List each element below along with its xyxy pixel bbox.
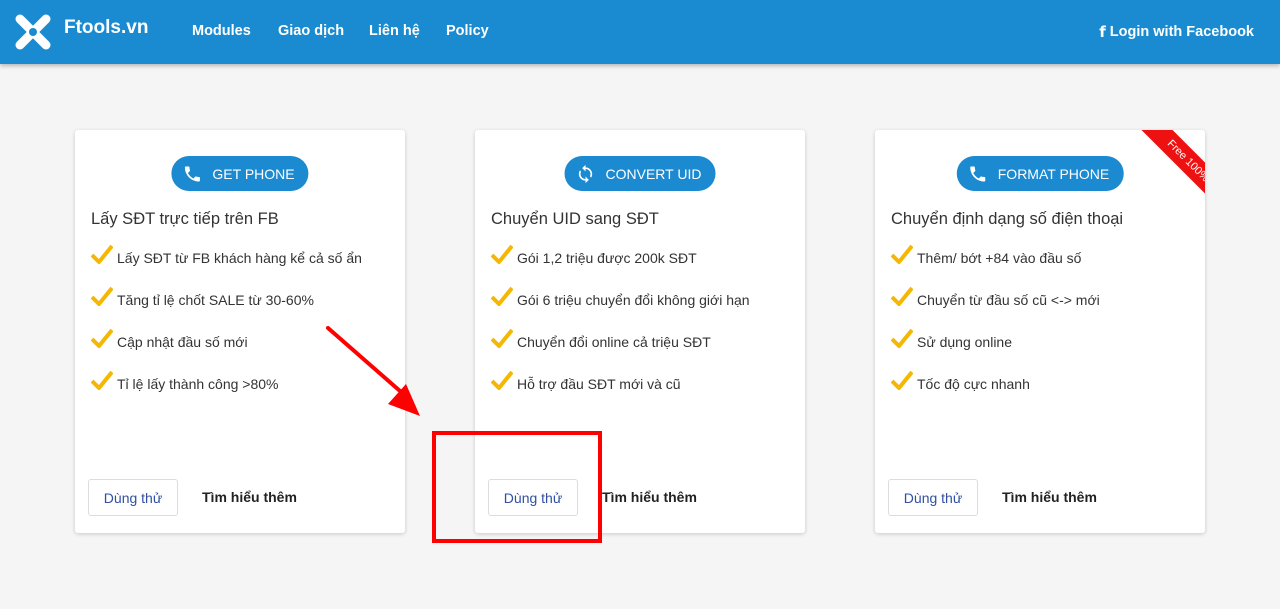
feature-list: Lấy SĐT từ FB khách hàng kể cả số ẩn Tăn…: [91, 244, 362, 416]
feature-list: Gói 1,2 triệu được 200k SĐT Gói 6 triệu …: [491, 244, 750, 416]
feature-text: Gói 1,2 triệu được 200k SĐT: [517, 250, 697, 266]
card-convert-uid: CONVERT UID Chuyển UID sang SĐT Gói 1,2 …: [475, 130, 805, 533]
phone-icon: [970, 166, 986, 181]
feature-text: Chuyển từ đầu số cũ <-> mới: [917, 292, 1100, 308]
feature-text: Tốc độ cực nhanh: [917, 376, 1030, 392]
feature-list: Thêm/ bớt +84 vào đầu số Chuyển từ đầu s…: [891, 244, 1100, 416]
learn-more-link[interactable]: Tìm hiểu thêm: [1002, 489, 1097, 505]
get-phone-pill[interactable]: GET PHONE: [171, 156, 309, 191]
feature-item: Tỉ lệ lấy thành công >80%: [91, 370, 362, 416]
check-icon: [491, 286, 513, 306]
top-navbar: Ftools.vn Modules Giao dịch Liên hệ Poli…: [0, 0, 1280, 64]
format-phone-pill-label: FORMAT PHONE: [997, 165, 1110, 182]
feature-text: Tăng tỉ lệ chốt SALE từ 30-60%: [117, 292, 314, 308]
feature-text: Chuyển đổi online cả triệu SĐT: [517, 334, 711, 350]
ftools-logo-icon: [15, 14, 51, 50]
phone-icon: [184, 166, 200, 181]
feature-item: Hỗ trợ đầu SĐT mới và cũ: [491, 370, 750, 416]
brand-name: Ftools.vn: [64, 17, 149, 38]
convert-uid-pill[interactable]: CONVERT UID: [564, 156, 716, 191]
check-icon: [491, 328, 513, 348]
feature-item: Chuyển đổi online cả triệu SĐT: [491, 328, 750, 374]
feature-item: Tăng tỉ lệ chốt SALE từ 30-60%: [91, 286, 362, 332]
check-icon: [91, 328, 113, 348]
nav-link-modules[interactable]: Modules: [192, 23, 251, 39]
card-format-phone: Free 100% FORMAT PHONE Chuyển định dạng …: [875, 130, 1205, 533]
feature-item: Cập nhật đầu số mới: [91, 328, 362, 374]
card-title: Chuyển định dạng số điện thoại: [891, 210, 1124, 228]
feature-text: Sử dụng online: [917, 334, 1012, 350]
feature-text: Tỉ lệ lấy thành công >80%: [117, 376, 279, 392]
feature-item: Chuyển từ đầu số cũ <-> mới: [891, 286, 1100, 332]
learn-more-link[interactable]: Tìm hiểu thêm: [202, 489, 297, 505]
card-title: Chuyển UID sang SĐT: [491, 210, 659, 228]
check-icon: [891, 244, 913, 264]
get-phone-pill-label: GET PHONE: [212, 165, 295, 182]
check-icon: [91, 286, 113, 306]
feature-item: Gói 6 triệu chuyển đổi không giới hạn: [491, 286, 750, 332]
learn-more-link[interactable]: Tìm hiểu thêm: [602, 489, 697, 505]
facebook-login-link[interactable]: f Login with Facebook: [1099, 23, 1254, 41]
nav-link-giao-dich[interactable]: Giao dịch: [278, 23, 344, 39]
free-ribbon-label: Free 100%: [1141, 130, 1205, 200]
feature-text: Gói 6 triệu chuyển đổi không giới hạn: [517, 292, 750, 308]
feature-text: Cập nhật đầu số mới: [117, 334, 248, 350]
feature-item: Thêm/ bớt +84 vào đầu số: [891, 244, 1100, 290]
check-icon: [891, 286, 913, 306]
feature-item: Sử dụng online: [891, 328, 1100, 374]
check-icon: [491, 244, 513, 264]
check-icon: [91, 244, 113, 264]
feature-text: Thêm/ bớt +84 vào đầu số: [917, 250, 1082, 266]
try-button[interactable]: Dùng thử: [488, 479, 578, 516]
convert-uid-pill-label: CONVERT UID: [605, 165, 702, 182]
card-get-phone: GET PHONE Lấy SĐT trực tiếp trên FB Lấy …: [75, 130, 405, 533]
nav-link-policy[interactable]: Policy: [446, 23, 489, 39]
try-button[interactable]: Dùng thử: [888, 479, 978, 516]
check-icon: [91, 370, 113, 390]
feature-text: Hỗ trợ đầu SĐT mới và cũ: [517, 376, 681, 392]
format-phone-pill[interactable]: FORMAT PHONE: [956, 156, 1124, 191]
check-icon: [891, 328, 913, 348]
feature-item: Gói 1,2 triệu được 200k SĐT: [491, 244, 750, 290]
sync-icon: [578, 164, 593, 183]
feature-text: Lấy SĐT từ FB khách hàng kể cả số ẩn: [117, 250, 362, 266]
check-icon: [891, 370, 913, 390]
free-ribbon: Free 100%: [1135, 130, 1205, 200]
check-icon: [491, 370, 513, 390]
facebook-icon: f: [1099, 23, 1106, 41]
feature-item: Tốc độ cực nhanh: [891, 370, 1100, 416]
brand[interactable]: Ftools.vn: [14, 13, 148, 51]
feature-item: Lấy SĐT từ FB khách hàng kể cả số ẩn: [91, 244, 362, 290]
try-button[interactable]: Dùng thử: [88, 479, 178, 516]
facebook-login-label: Login with Facebook: [1109, 24, 1254, 40]
nav-link-lien-he[interactable]: Liên hệ: [369, 23, 420, 39]
card-title: Lấy SĐT trực tiếp trên FB: [91, 210, 279, 228]
